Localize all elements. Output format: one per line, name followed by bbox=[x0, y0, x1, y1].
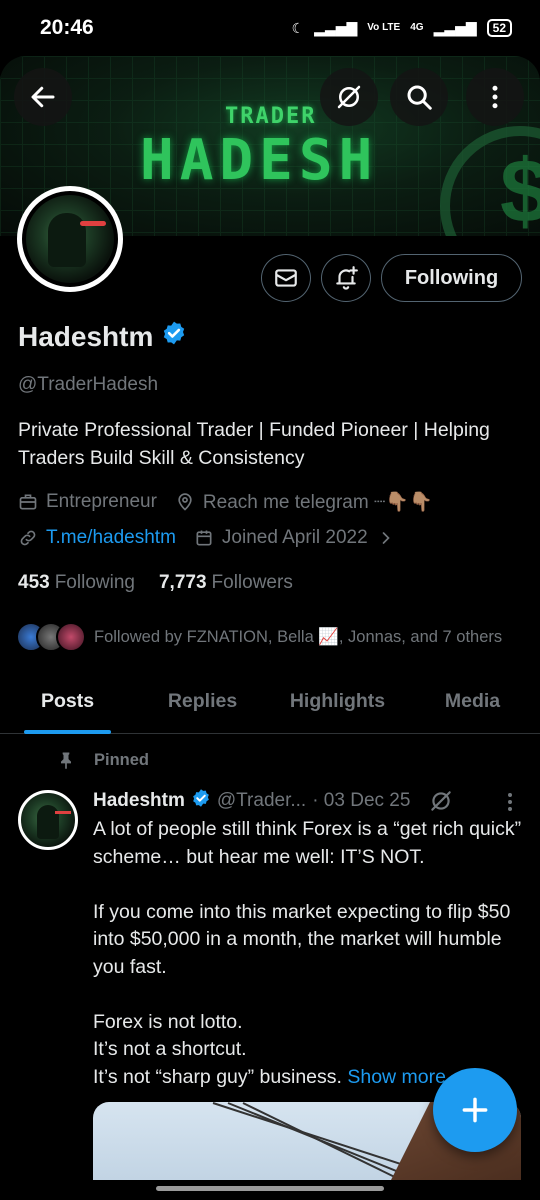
back-button[interactable] bbox=[14, 68, 72, 126]
calendar-icon bbox=[196, 530, 212, 546]
pinned-indicator: Pinned bbox=[56, 750, 149, 770]
following-count-link[interactable]: 453 Following bbox=[18, 572, 135, 594]
search-button[interactable] bbox=[390, 68, 448, 126]
moon-icon: ☾ bbox=[291, 19, 305, 36]
post-date[interactable]: · 03 Dec 25 bbox=[312, 790, 410, 812]
more-options-button[interactable] bbox=[466, 68, 524, 126]
profile-category: Entrepreneur bbox=[46, 491, 157, 512]
post-author-name[interactable]: Hadeshtm bbox=[93, 790, 185, 812]
verified-icon bbox=[191, 788, 211, 814]
status-icons: ☾ ▂▃▅▇ Vo LTE 4G ▂▃▅▇ 52 bbox=[292, 19, 512, 37]
post-header: Hadeshtm @Trader... · 03 Dec 25 bbox=[93, 788, 454, 814]
notification-bell-plus-icon bbox=[336, 266, 358, 290]
avatar-glow bbox=[55, 811, 71, 814]
home-indicator[interactable] bbox=[156, 1186, 384, 1191]
tab-posts[interactable]: Posts bbox=[0, 676, 135, 734]
profile-joined: Joined April 2022 bbox=[221, 527, 368, 548]
compose-button[interactable] bbox=[433, 1068, 517, 1152]
profile-name-row: Hadeshtm bbox=[18, 320, 187, 353]
location-icon bbox=[178, 493, 192, 511]
follow-counts: 453 Following 7,773 Followers bbox=[18, 572, 293, 594]
post-paragraph: A lot of people still think Forex is a “… bbox=[93, 818, 522, 868]
message-button[interactable] bbox=[261, 254, 311, 302]
website-item[interactable]: T.me/hadeshtm bbox=[18, 527, 176, 549]
verified-icon[interactable] bbox=[161, 320, 187, 353]
grok-icon bbox=[337, 85, 361, 109]
profile-bio: Private Professional Trader | Funded Pio… bbox=[18, 419, 490, 469]
pin-icon bbox=[61, 752, 71, 770]
post-author-handle[interactable]: @Trader... bbox=[217, 790, 306, 812]
profile-meta-row-1: Entrepreneur Reach me telegram ┈👇🏽👇🏽 bbox=[18, 490, 451, 514]
followers-count: 7,773 bbox=[158, 572, 207, 593]
profile-location: Reach me telegram ┈👇🏽👇🏽 bbox=[202, 492, 433, 513]
profile-name: Hadeshtm bbox=[18, 320, 154, 352]
grok-icon[interactable] bbox=[428, 788, 454, 814]
briefcase-icon bbox=[19, 494, 37, 510]
signal-icon: ▂▃▅▇ bbox=[314, 19, 358, 36]
banner-title: HADESH bbox=[140, 128, 379, 193]
profile-handle: @TraderHadesh bbox=[18, 374, 159, 395]
link-icon bbox=[20, 530, 36, 546]
tab-highlights[interactable]: Highlights bbox=[270, 676, 405, 733]
show-more-link[interactable]: Show more bbox=[347, 1066, 446, 1088]
joined-item[interactable]: Joined April 2022 bbox=[194, 527, 396, 549]
post-author-avatar[interactable] bbox=[18, 790, 78, 850]
post-line: Forex is not lotto. bbox=[93, 1010, 243, 1033]
network-type: 4G bbox=[410, 22, 424, 33]
profile-meta-row-2: T.me/hadeshtm Joined April 2022 bbox=[18, 527, 414, 549]
profile-avatar[interactable] bbox=[17, 186, 123, 292]
chevron-right-icon bbox=[382, 532, 390, 544]
compose-plus-icon bbox=[462, 1097, 488, 1123]
followers-label: Followers bbox=[211, 572, 293, 593]
more-vertical-icon bbox=[492, 85, 498, 109]
following-count: 453 bbox=[18, 572, 50, 593]
tab-replies[interactable]: Replies bbox=[135, 676, 270, 733]
follower-avatar-3 bbox=[56, 622, 86, 652]
battery-indicator: 52 bbox=[486, 19, 512, 37]
dollar-icon: $ bbox=[500, 142, 540, 236]
search-icon bbox=[407, 85, 432, 110]
avatar-glow bbox=[80, 221, 106, 226]
post-line: It’s not a shortcut. bbox=[93, 1038, 247, 1060]
post-line-text: It’s not “sharp guy” business. bbox=[93, 1065, 342, 1088]
followers-count-link[interactable]: 7,773 Followers bbox=[159, 572, 293, 594]
notifications-button[interactable] bbox=[321, 254, 371, 302]
profile-tabs: Posts Replies Highlights Media bbox=[0, 676, 540, 734]
category-item: Entrepreneur bbox=[18, 491, 157, 513]
followed-by-row[interactable]: Followed by FZNATION, Bella 📈, Jonnas, a… bbox=[16, 622, 502, 652]
followed-by-text: Followed by FZNATION, Bella 📈, Jonnas, a… bbox=[94, 627, 503, 646]
post-more-icon[interactable] bbox=[500, 790, 520, 814]
following-label: Following bbox=[54, 572, 135, 593]
post-paragraph: If you come into this market expecting t… bbox=[93, 900, 511, 978]
post-text[interactable]: A lot of people still think Forex is a “… bbox=[93, 816, 523, 1091]
status-bar: 20:46 ☾ ▂▃▅▇ Vo LTE 4G ▂▃▅▇ 52 bbox=[0, 0, 540, 56]
status-time: 20:46 bbox=[40, 16, 94, 39]
following-button[interactable]: Following bbox=[381, 254, 522, 302]
pinned-label: Pinned bbox=[94, 750, 150, 769]
message-icon bbox=[275, 269, 297, 287]
back-arrow-icon bbox=[31, 86, 55, 108]
location-item: Reach me telegram ┈👇🏽👇🏽 bbox=[175, 490, 433, 514]
signal-icon-2: ▂▃▅▇ bbox=[433, 19, 477, 36]
grok-button[interactable] bbox=[320, 68, 378, 126]
banner-subtitle: TRADER bbox=[225, 104, 317, 129]
tab-media[interactable]: Media bbox=[405, 676, 540, 733]
volte-badge: Vo LTE bbox=[367, 22, 401, 33]
profile-website-link[interactable]: T.me/hadeshtm bbox=[46, 527, 176, 549]
